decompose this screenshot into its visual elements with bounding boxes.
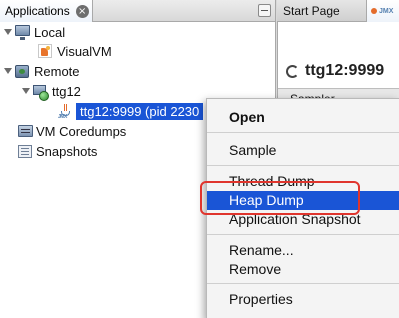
tab-applications[interactable]: Applications × [0,0,93,22]
remote-hosts-icon [15,64,29,78]
menu-item-application-snapshot[interactable]: Application Snapshot [207,210,399,229]
tree-node-visualvm[interactable]: VisualVM [38,41,112,61]
tab-applications-label: Applications [5,4,70,18]
tree-label-jmx-connection: ttg12:9999 (pid 2230 [76,102,204,120]
tree-node-local[interactable]: Local [4,22,65,42]
tree-node-host[interactable]: ttg12 [22,81,81,101]
close-tab-icon[interactable]: × [75,4,89,18]
expand-arrow-icon[interactable] [4,29,12,35]
menu-item-heap-dump[interactable]: Heap Dump [207,191,399,210]
tree-label-snapshots: Snapshots [36,143,98,159]
tree-label-remote: Remote [34,63,80,79]
tree-node-remote[interactable]: Remote [4,61,80,81]
tab-jmx-application[interactable]: JMX [367,0,399,22]
menu-item-thread-dump[interactable]: Thread Dump [207,172,399,191]
java-jmx-icon: JMX [58,103,73,120]
tree-node-coredumps[interactable]: VM Coredumps [18,121,126,141]
snapshots-icon [18,144,32,158]
tree-label-coredumps: VM Coredumps [36,123,127,139]
java-jmx-icon [371,8,377,14]
spinner-icon [286,64,299,78]
context-menu: Open Sample Thread Dump Heap Dump Applic… [206,98,399,318]
host-globe-icon [33,84,49,101]
computer-icon [15,24,30,40]
applications-tabbar: Applications × [0,0,275,22]
expand-arrow-icon[interactable] [4,68,12,74]
minimize-icon[interactable] [258,4,271,17]
expand-arrow-icon[interactable] [22,88,30,94]
menu-item-rename[interactable]: Rename... [207,241,399,260]
tree-node-snapshots[interactable]: Snapshots [18,141,97,161]
application-header: ttg12:9999 [286,62,384,80]
menu-separator [207,283,399,284]
application-title: ttg12:9999 [305,62,385,79]
menu-item-open[interactable]: Open [207,108,399,127]
menu-separator [207,165,399,166]
menu-separator [207,234,399,235]
tree-label-visualvm: VisualVM [57,43,112,59]
tree-label-local: Local [34,24,66,40]
coredump-icon [18,124,33,137]
tree-label-host: ttg12 [52,83,81,99]
menu-item-remove[interactable]: Remove [207,260,399,279]
tree-node-jmx-connection[interactable]: JMX ttg12:9999 (pid 2230 [58,101,204,121]
editor-tabbar: Start Page JMX [277,0,399,22]
tab-start-page[interactable]: Start Page [277,0,367,22]
menu-separator [207,132,399,133]
visualvm-app-icon [38,43,52,58]
tab-start-page-label: Start Page [283,4,340,18]
menu-item-sample[interactable]: Sample [207,141,399,160]
menu-item-properties[interactable]: Properties [207,290,399,309]
